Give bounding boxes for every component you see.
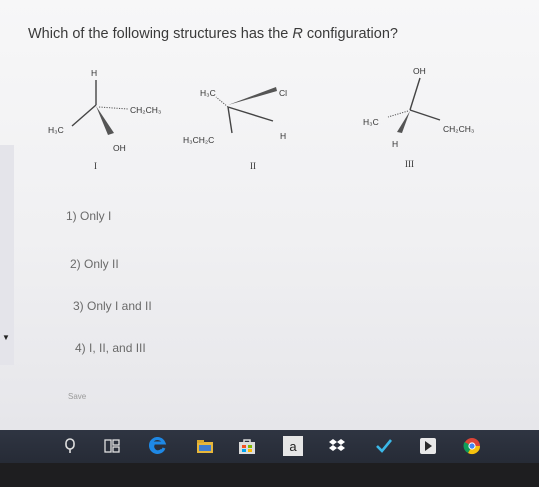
taskbar: a [0,430,539,463]
structure-2-numeral: II [250,161,256,171]
structure-2-upper-right-label: Cl [279,88,287,98]
structure-3-right-label: CH₂CH₃ [443,124,474,134]
structure-3-numeral: III [405,159,414,169]
configuration-letter: R [292,26,303,42]
screen: Which of the following structures has th… [0,0,539,430]
structure-1-right-label: CH₂CH₃ [130,105,161,115]
structure-1-bottom-label: OH [113,143,126,153]
vpn-icon[interactable] [374,436,394,456]
structure-2: H₃C Cl H H₃CH₂C II [183,87,287,171]
structure-1-top-label: H [91,68,97,78]
structure-1: H CH₂CH₃ H₃C OH I [48,68,161,171]
task-view-icon[interactable] [102,436,122,456]
structure-2-upper-left-label: H₃C [200,88,216,98]
choice-1[interactable]: 1) Only I [66,209,111,223]
dropbox-icon[interactable] [327,436,347,456]
save-button[interactable]: Save [68,392,86,401]
amazon-icon[interactable]: a [283,436,303,456]
monitor-bezel [0,463,539,487]
structure-3-top-label: OH [413,66,426,76]
structure-2-lower-left-label: H₃CH₂C [183,135,214,145]
structure-2-right-label: H [280,131,286,141]
choice-4[interactable]: 4) I, II, and III [75,341,146,355]
question-text: Which of the following structures has th… [28,26,398,42]
choice-3[interactable]: 3) Only I and II [73,299,152,313]
store-icon[interactable] [237,436,257,456]
search-icon[interactable] [60,436,80,456]
plex-icon[interactable] [418,436,438,456]
structure-3-bottom-label: H [392,139,398,149]
choice-2[interactable]: 2) Only II [70,257,119,271]
question-suffix: configuration? [302,26,398,42]
structure-3: OH H₃C CH₂CH₃ H III [363,66,474,169]
question-prefix: Which of the following structures has th… [28,26,293,42]
caret-down-icon: ▼ [2,333,10,342]
file-explorer-icon[interactable] [195,436,215,456]
structure-1-left-label: H₃C [48,125,64,135]
left-side-tab[interactable] [0,145,14,365]
chrome-icon[interactable] [462,436,482,456]
structure-3-left-label: H₃C [363,117,379,127]
structures-figure: H CH₂CH₃ H₃C OH I H₃C Cl H H₃CH₂C II OH … [48,66,474,171]
structure-1-numeral: I [94,161,97,171]
edge-icon[interactable] [148,436,168,456]
